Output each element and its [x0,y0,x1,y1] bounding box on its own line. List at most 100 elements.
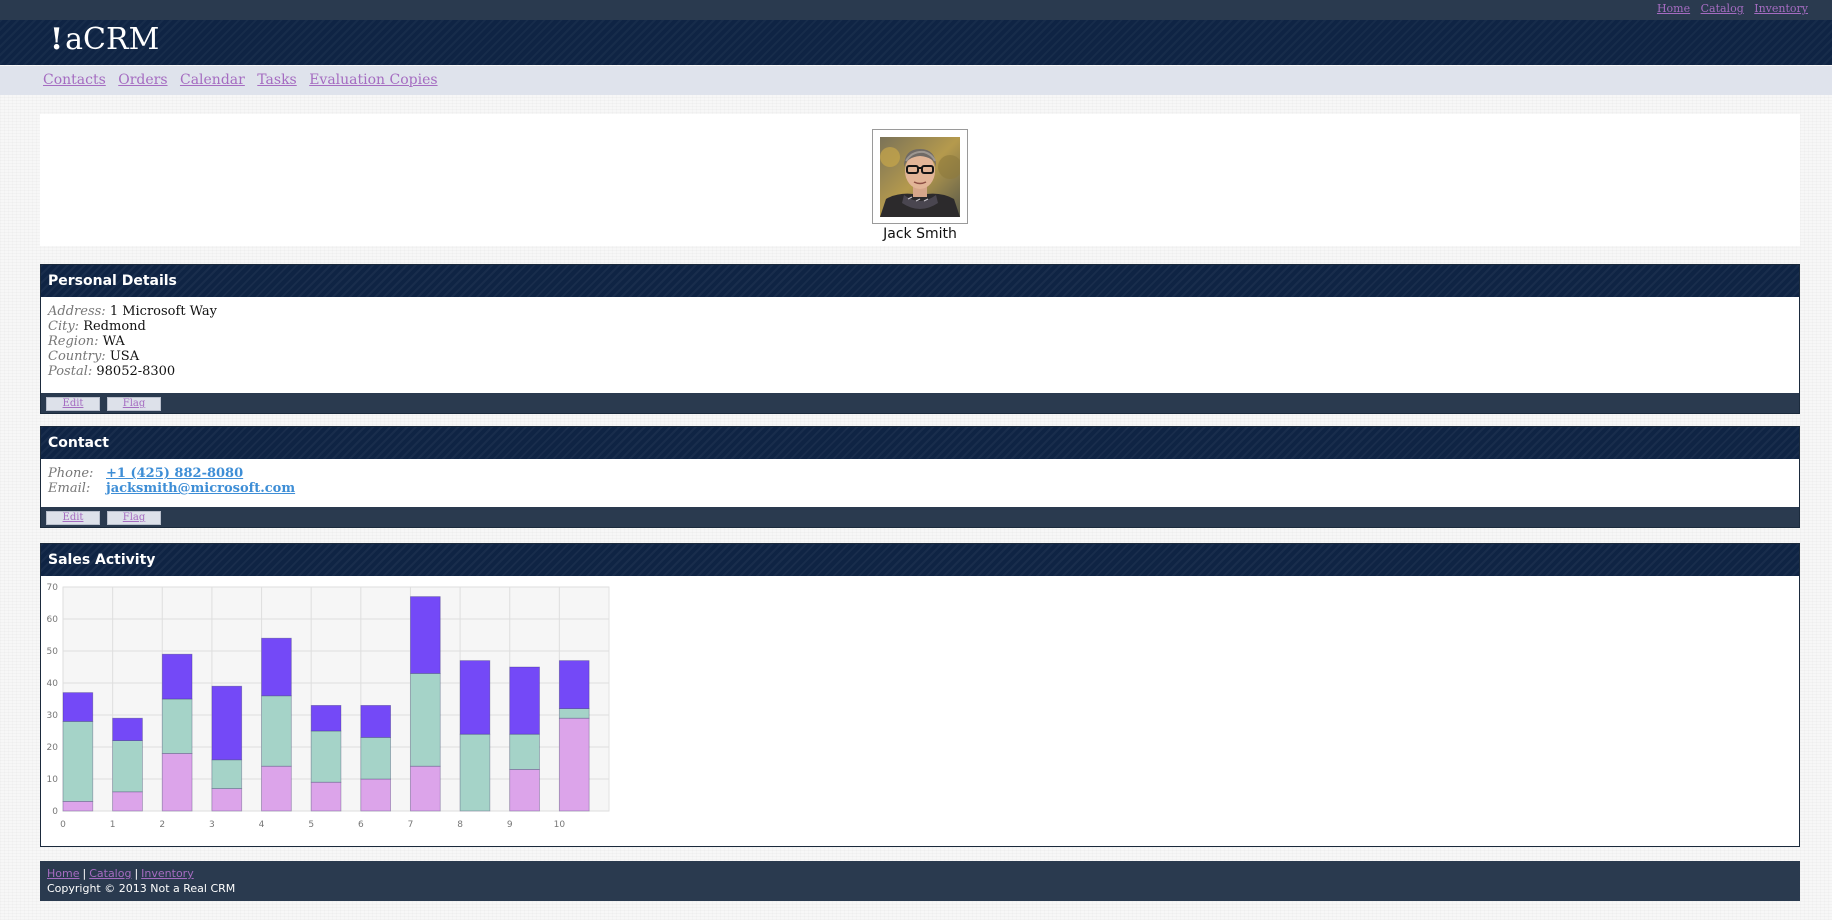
personal-details-heading: Personal Details [41,265,1799,297]
site-header: !aCRM [0,20,1832,65]
top-nav-catalog-link[interactable]: Catalog [1701,2,1744,15]
phone-label: Phone: [48,466,94,481]
top-nav: Home Catalog Inventory [1650,2,1808,15]
contact-flag-button[interactable]: Flag [107,511,161,525]
chart-y-tick-label: 70 [47,583,59,593]
personal-flag-button[interactable]: Flag [107,397,161,411]
contact-edit-button[interactable]: Edit [46,511,100,525]
email-link[interactable]: jacksmith@microsoft.com [106,481,295,496]
chart-bar-segment [112,791,143,812]
chart-bar-segment [261,637,292,697]
chart-bar-segment [410,596,441,674]
chart-bar-segment [558,708,590,719]
nav-orders-link[interactable]: Orders [118,72,167,88]
chart-bar-segment [459,733,491,812]
nav-evaluation-copies-link[interactable]: Evaluation Copies [309,72,437,88]
top-utility-bar: Home Catalog Inventory [0,0,1832,20]
avatar-frame [872,129,968,224]
copyright-text: Copyright © 2013 Not a Real CRM [47,882,236,895]
city-label: City: [48,319,80,334]
top-nav-home-link[interactable]: Home [1657,2,1690,15]
footer-links: Home | Catalog | Inventory [47,867,194,880]
contact-actions: Edit Flag [41,507,1799,527]
contact-body: Phone: +1 (425) 882-8080 Email: jacksmit… [41,459,1799,507]
personal-edit-button[interactable]: Edit [46,397,100,411]
avatar [880,137,960,217]
country-label: Country: [48,349,106,364]
address-row: Address: 1 Microsoft Way [48,304,1792,319]
footer-separator: | [82,867,87,880]
postal-label: Postal: [48,364,93,379]
country-row: Country: USA [48,349,1792,364]
personal-details-actions: Edit Flag [41,393,1799,413]
phone-link[interactable]: +1 (425) 882-8080 [106,466,243,481]
sales-activity-heading: Sales Activity [41,544,1799,576]
chart-x-tick-label: 2 [159,820,165,830]
site-logo[interactable]: !aCRM [50,22,159,57]
address-label: Address: [48,304,106,319]
main-nav: Contacts Orders Calendar Tasks Evaluatio… [0,66,1832,95]
chart-x-tick-label: 9 [507,820,513,830]
email-row: Email: jacksmith@microsoft.com [48,481,1792,496]
sales-activity-panel: Sales Activity 0 10 20 30 40 50 60 70 0 1 2 3 4 5 6 7 8 9… [40,543,1800,847]
city-row: City: Redmond [48,319,1792,334]
contact-heading: Contact [41,427,1799,459]
nav-contacts-link[interactable]: Contacts [43,72,106,88]
chart-y-tick-label: 30 [47,711,59,721]
chart-bar-segment [360,704,391,738]
sales-chart-container: 0 10 20 30 40 50 60 70 0 1 2 3 4 5 6 7 8 9 10 [41,577,641,837]
contact-panel: Contact Phone: +1 (425) 882-8080 Email: … [40,426,1800,528]
chart-x-tick-label: 6 [358,820,364,830]
chart-bar-segment [509,666,540,735]
footer-inventory-link[interactable]: Inventory [141,867,194,880]
chart-y-tick-label: 20 [47,743,59,753]
sales-chart: 0 10 20 30 40 50 60 70 0 1 2 3 4 5 6 7 8 9 10 [47,583,610,830]
avatar-image [880,137,960,217]
chart-bar-segment [558,660,590,709]
nav-tasks-link[interactable]: Tasks [257,72,296,88]
personal-details-body: Address: 1 Microsoft Way City: Redmond R… [41,297,1799,393]
chart-bar-segment [112,740,143,793]
chart-y-tick-label: 0 [52,807,58,817]
chart-x-tick-label: 7 [408,820,414,830]
postal-value: 98052-8300 [96,364,176,379]
region-row: Region: WA [48,334,1792,349]
footer-separator: | [134,867,139,880]
footer-home-link[interactable]: Home [47,867,79,880]
chart-x-tick-label: 1 [110,820,116,830]
chart-bar-segment [261,765,292,812]
region-value: WA [102,334,125,349]
personal-details-panel: Personal Details Address: 1 Microsoft Wa… [40,264,1800,414]
footer-catalog-link[interactable]: Catalog [89,867,131,880]
nav-calendar-link[interactable]: Calendar [180,72,245,88]
chart-bar-segment [310,704,342,732]
chart-bar-segment [310,781,342,812]
postal-row: Postal: 98052-8300 [48,364,1792,379]
chart-y-tick-label: 50 [47,647,59,657]
chart-bar-segment [410,673,441,767]
chart-y-tick-label: 40 [47,679,59,689]
logo-text: aCRM [65,22,160,57]
chart-bar-segment [509,768,540,812]
chart-bar-segment [161,752,193,812]
phone-row: Phone: +1 (425) 882-8080 [48,466,1792,481]
chart-bar-segment [211,685,243,761]
chart-bar-segment [62,720,94,802]
chart-y-tick-label: 60 [47,615,59,625]
chart-bar-segment [310,730,342,783]
chart-bar-segment [62,692,94,722]
site-footer: Home | Catalog | Inventory Copyright © 2013 … [40,861,1800,901]
top-nav-inventory-link[interactable]: Inventory [1754,2,1808,15]
chart-bar-segment [211,788,243,812]
address-value: 1 Microsoft Way [109,304,217,319]
country-value: USA [109,349,140,364]
email-label: Email: [48,481,91,496]
chart-bar-segment [62,800,94,812]
chart-bar-segment [112,717,143,741]
chart-x-tick-label: 5 [308,820,314,830]
chart-x-tick-label: 4 [259,820,265,830]
chart-bar-segment [261,695,292,767]
chart-x-tick-label: 10 [554,820,566,830]
region-label: Region: [48,334,99,349]
chart-bar-segment [459,660,491,735]
